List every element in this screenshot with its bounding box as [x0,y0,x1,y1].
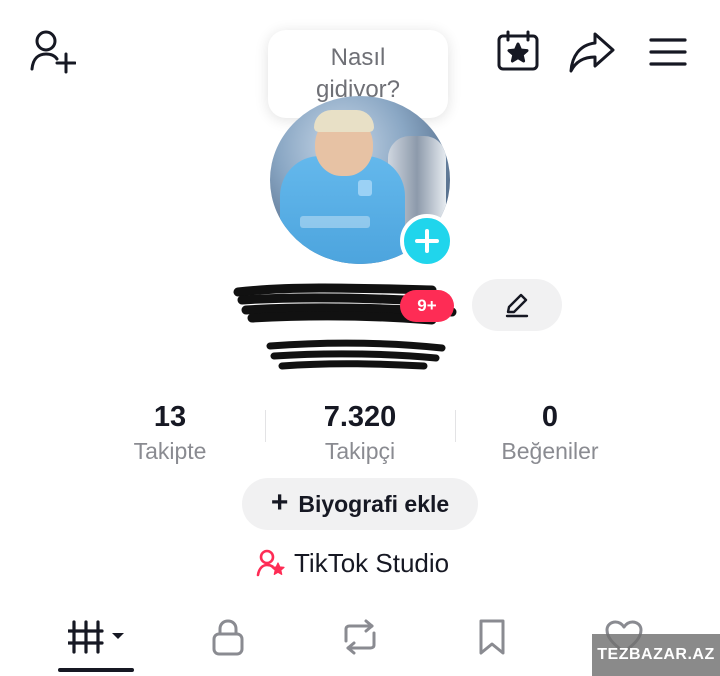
followers-label: Takipçi [324,438,396,464]
tiktok-studio-link[interactable]: TikTok Studio [256,544,449,582]
user-star-icon [256,549,285,577]
pencil-icon [505,293,529,318]
tab-private[interactable] [200,612,256,662]
followers-count: 7.320 [323,401,397,433]
add-story-button[interactable] [400,214,454,268]
avatar-sponsor-shape [300,216,370,228]
tab-videos[interactable] [58,612,134,662]
active-tab-indicator [58,668,134,672]
tab-saved[interactable] [464,612,520,662]
add-bio-label: Biyografi ekle [298,490,450,517]
greeting-line1: Nasıl [330,44,386,71]
add-bio-plus-icon: + [270,485,289,519]
avatar-crest-shape [358,180,372,196]
lock-icon [212,619,244,656]
add-bio-button[interactable]: + Biyografi ekle [242,478,478,530]
stat-divider [455,410,456,442]
notification-badge: 9+ [400,290,454,322]
calendar-star-icon [497,30,539,71]
tiktok-studio-label: TikTok Studio [294,547,450,578]
add-user-icon [30,30,76,74]
edit-profile-button[interactable] [472,279,562,331]
following-stat[interactable]: 13 Takipte [110,400,230,466]
following-count: 13 [153,401,187,433]
watermark-text: TEZBAZAR.AZ [597,646,715,663]
add-friend-button[interactable] [28,28,76,74]
redacted-handle [266,339,446,370]
notification-badge-count: 9+ [417,296,437,315]
likes-count: 0 [541,401,559,433]
videos-grid-icon [68,620,124,654]
stat-divider [265,410,266,442]
followers-stat[interactable]: 7.320 Takipçi [290,400,430,466]
events-calendar-button[interactable] [496,30,540,72]
menu-button[interactable] [648,36,688,68]
plus-icon [415,229,439,253]
watermark: TEZBAZAR.AZ [592,634,720,676]
avatar-hair-shape [314,110,374,132]
hamburger-menu-icon [649,38,687,66]
share-profile-button[interactable] [568,30,616,74]
following-label: Takipte [133,438,207,464]
repost-icon [344,619,376,655]
share-icon [569,32,615,73]
likes-stat[interactable]: 0 Beğeniler [480,400,620,466]
bookmark-icon [479,619,505,655]
tab-reposts[interactable] [332,612,388,662]
likes-label: Beğeniler [501,438,599,464]
